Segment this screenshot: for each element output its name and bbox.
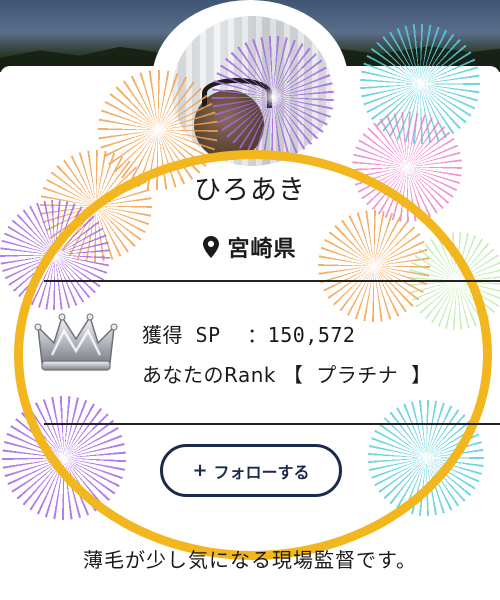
divider-bottom — [44, 423, 500, 425]
crown-icon — [34, 313, 118, 371]
rank-bracket-open: 【 — [282, 363, 304, 387]
avatar-headphones — [202, 78, 272, 108]
map-pin-icon — [203, 236, 220, 258]
plus-icon: + — [192, 460, 208, 481]
rank-bracket-close: 】 — [411, 363, 432, 387]
avatar[interactable] — [172, 16, 332, 166]
rank-line: あなたのRank 【 プラチナ 】 — [142, 359, 432, 388]
divider-top — [44, 280, 500, 282]
profile-name: ひろあき — [194, 175, 306, 206]
rank-label: あなたのRank — [142, 363, 276, 387]
location-label: 宮崎県 — [227, 237, 297, 262]
sp-separator: ： — [247, 323, 268, 347]
sp-value: 150,572 — [267, 323, 356, 347]
follow-label: フォローする — [213, 462, 310, 482]
follow-button[interactable]: + フォローする — [160, 444, 342, 497]
sp-label: 獲得 SP — [142, 323, 221, 347]
profile-location: 宮崎県 — [150, 230, 350, 264]
profile-bio: 薄毛が少し気になる現場監督です。 — [83, 548, 417, 572]
rank-value: プラチナ — [316, 363, 399, 387]
sp-line: 獲得 SP ：150,572 — [142, 319, 355, 348]
